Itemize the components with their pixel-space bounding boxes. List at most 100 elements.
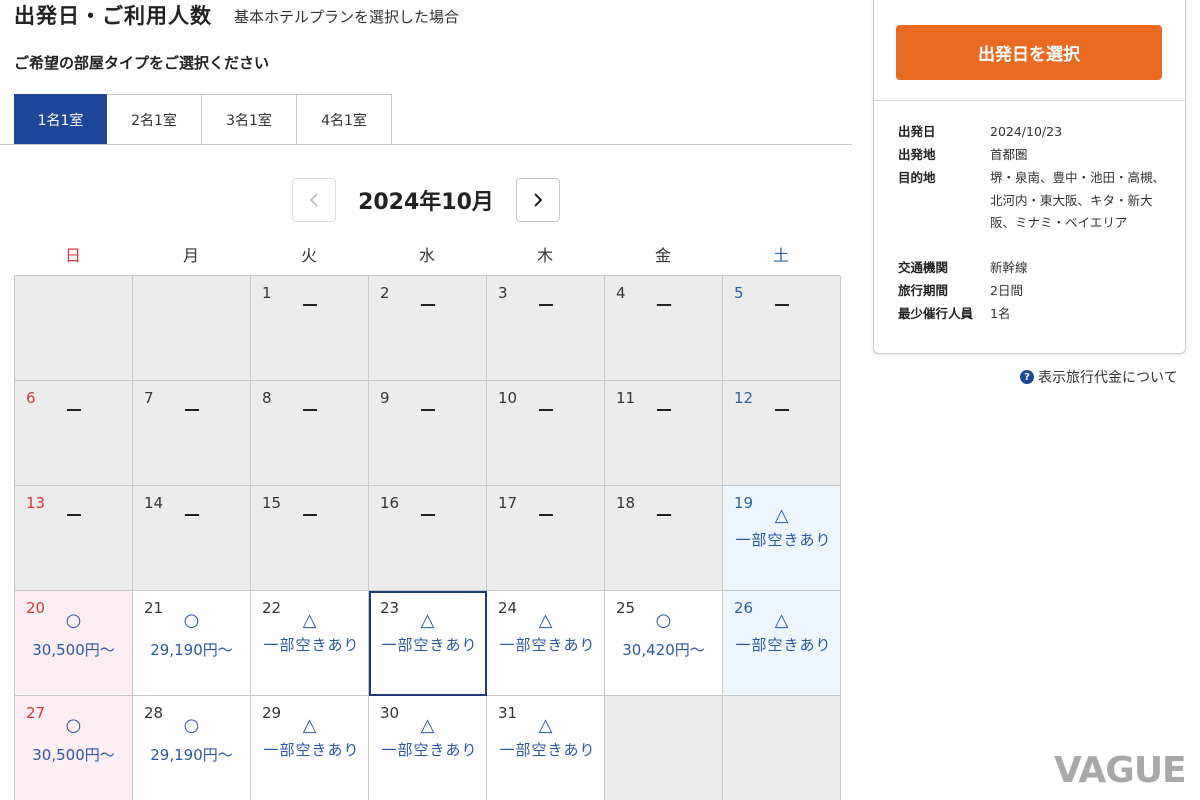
room-type-prompt: ご希望の部屋タイプをご選択ください [14,54,270,72]
info-row-duration: 旅行期間 2日間 [898,280,1165,303]
calendar-day: 8 [251,381,369,486]
info-label: 交通機関 [898,260,949,275]
calendar-day[interactable]: 25 ○ 30,420円〜 [605,591,723,696]
unavailable-dash-icon [775,304,789,306]
room-type-tabs: 1名1室 2名1室 3名1室 4名1室 [14,94,392,144]
calendar-day: 2 [369,276,487,381]
unavailable-dash-icon [185,409,199,411]
day-number: 12 [734,389,754,407]
unavailable-dash-icon [303,409,317,411]
calendar-day: 3 [487,276,605,381]
calendar-day[interactable]: 30 △ 一部空きあり [369,696,487,800]
unavailable-dash-icon [539,409,553,411]
unavailable-dash-icon [539,304,553,306]
calendar-day: 17 [487,486,605,591]
info-row-min-participants: 最少催行人員 1名 [898,303,1165,326]
calendar-day[interactable]: 19 △ 一部空きあり [723,486,841,591]
calendar-day[interactable]: 24 △ 一部空きあり [487,591,605,696]
calendar-day[interactable]: 20 ○ 30,500円〜 [15,591,133,696]
calendar-day[interactable]: 22 △ 一部空きあり [251,591,369,696]
calendar-day[interactable]: 28 ○ 29,190円〜 [133,696,251,800]
calendar-day: 6 [15,381,133,486]
unavailable-dash-icon [539,514,553,516]
calendar-day[interactable]: 29 △ 一部空きあり [251,696,369,800]
info-value: 2024/10/23 [990,124,1063,139]
calendar-day: 12 [723,381,841,486]
chevron-right-icon [534,193,543,207]
partial-availability-label: 一部空きあり [381,636,478,654]
prev-month-button[interactable] [292,178,336,222]
page-title: 出発日・ご利用人数 [14,4,212,28]
next-month-button[interactable] [516,178,560,222]
limited-triangle-icon: △ [538,610,553,631]
info-row-transport: 交通機関 新幹線 [898,257,1165,280]
weekday-wed: 水 [418,246,435,265]
day-number: 8 [262,389,272,407]
info-row-departure-date: 出発日 2024/10/23 [898,121,1165,144]
unavailable-dash-icon [657,409,671,411]
calendar-day: 13 [15,486,133,591]
calendar-day: 4 [605,276,723,381]
day-price: 30,420円〜 [622,641,705,659]
calendar-day[interactable]: 27 ○ 30,500円〜 [15,696,133,800]
tab-2-persons[interactable]: 2名1室 [107,94,202,144]
tabs-divider [0,144,852,145]
tab-4-persons[interactable]: 4名1室 [297,94,392,144]
calendar-day-selected[interactable]: 23 △ 一部空きあり [369,591,487,696]
limited-triangle-icon: △ [538,715,553,736]
calendar-day[interactable]: 26 △ 一部空きあり [723,591,841,696]
unavailable-dash-icon [657,514,671,516]
svg-text:VAGUE: VAGUE [1054,750,1186,788]
info-label: 出発地 [898,147,936,162]
day-number: 1 [262,284,272,302]
limited-triangle-icon: △ [420,715,435,736]
day-number: 5 [734,284,744,302]
weekday-header: 日 月 火 水 木 金 土 [14,242,840,266]
info-value: 新幹線 [990,260,1028,275]
day-number: 11 [616,389,636,407]
day-price: 30,500円〜 [32,746,115,764]
info-label: 出発日 [898,124,936,139]
day-number: 16 [380,494,400,512]
limited-triangle-icon: △ [420,610,435,631]
weekday-thu: 木 [536,246,553,265]
info-label: 最少催行人員 [898,306,974,321]
page-subtitle: 基本ホテルプランを選択した場合 [234,7,460,26]
unavailable-dash-icon [185,514,199,516]
calendar-day: 11 [605,381,723,486]
day-number: 10 [498,389,518,407]
day-price: 29,190円〜 [150,746,233,764]
select-departure-button[interactable]: 出発日を選択 [896,25,1162,80]
weekday-sun: 日 [64,246,81,265]
calendar-day[interactable]: 31 △ 一部空きあり [487,696,605,800]
info-value: 首都圏 [990,147,1028,162]
info-value: 1名 [990,306,1011,321]
limited-triangle-icon: △ [774,610,789,631]
calendar-empty-cell [723,696,841,800]
weekday-tue: 火 [300,246,317,265]
weekday-sat: 土 [772,246,789,265]
limited-triangle-icon: △ [302,715,317,736]
tab-3-persons[interactable]: 3名1室 [202,94,297,144]
info-row-origin: 出発地 首都圏 [898,144,1165,167]
available-circle-icon: ○ [65,715,82,736]
price-info-link[interactable]: ? 表示旅行代金について [1020,367,1178,387]
day-number: 17 [498,494,518,512]
partial-availability-label: 一部空きあり [735,636,832,654]
limited-triangle-icon: △ [302,610,317,631]
tab-1-person[interactable]: 1名1室 [14,94,107,144]
partial-availability-label: 一部空きあり [499,741,596,759]
info-label: 旅行期間 [898,283,949,298]
unavailable-dash-icon [303,514,317,516]
page-header: 出発日・ご利用人数 基本ホテルプランを選択した場合 [14,0,459,30]
unavailable-dash-icon [421,409,435,411]
available-circle-icon: ○ [183,715,200,736]
calendar-day: 1 [251,276,369,381]
month-navigation: 2024年10月 [292,178,560,222]
booking-summary-panel: 出発日を選択 出発日 2024/10/23 出発地 首都圏 目的地 堺・泉南、豊… [873,0,1186,354]
calendar-day[interactable]: 21 ○ 29,190円〜 [133,591,251,696]
day-number: 13 [26,494,46,512]
question-icon: ? [1020,370,1034,384]
info-value: 堺・泉南、豊中・池田・高槻、北河内・東大阪、キタ・新大阪、ミナミ・ベイエリア [990,170,1166,230]
day-number: 2 [380,284,390,302]
